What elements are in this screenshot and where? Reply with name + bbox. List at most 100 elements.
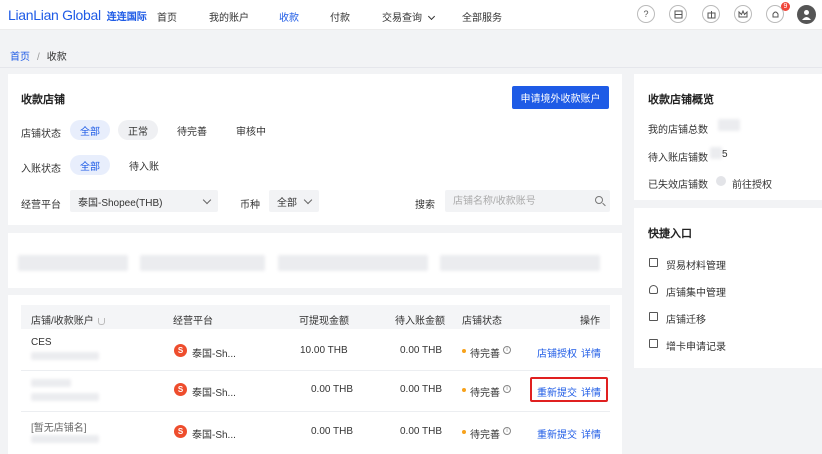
chevron-down-icon: [427, 12, 435, 21]
authorize-store-link[interactable]: 店铺授权: [537, 345, 577, 360]
overview-title: 收款店铺概览: [648, 94, 714, 106]
status-dot: [462, 388, 466, 392]
nav-all-services[interactable]: 全部服务: [462, 9, 502, 24]
credit-filter-all[interactable]: 全部: [70, 155, 110, 175]
col-status: 店铺状态: [462, 316, 502, 327]
store-icon: [649, 312, 658, 321]
pending-stores-label: 待入账店铺数: [648, 153, 708, 164]
resubmit-link[interactable]: 重新提交: [537, 426, 577, 441]
crown-icon[interactable]: [734, 5, 752, 23]
chevron-down-icon: [202, 195, 212, 204]
avatar[interactable]: [797, 5, 816, 24]
blurred-account: [31, 352, 99, 360]
breadcrumb-home[interactable]: 首页: [10, 52, 30, 63]
nav-my-account[interactable]: 我的账户: [209, 9, 249, 24]
status-filter-all[interactable]: 全部: [70, 120, 110, 140]
platform-label: 经营平台: [21, 200, 61, 211]
gift-icon[interactable]: [702, 5, 720, 23]
details-link[interactable]: 详情: [581, 426, 601, 441]
status-filter-normal[interactable]: 正常: [118, 120, 158, 140]
filter-icon[interactable]: [97, 317, 105, 325]
status-dot: [462, 349, 466, 353]
currency-select-value: 全部: [277, 197, 297, 209]
status-filter-reviewing[interactable]: 审核中: [226, 120, 276, 140]
blurred-summary: [440, 255, 600, 271]
list-icon: [649, 339, 658, 348]
pending-amount: 0.00 THB: [400, 384, 443, 395]
document-icon: [649, 258, 658, 267]
page-title: 收款店铺: [21, 94, 65, 106]
platform-name: 泰国-Sh...: [192, 430, 236, 441]
platform-select-value: 泰国-Shopee(THB): [78, 197, 163, 209]
blurred-summary: [18, 255, 128, 271]
col-actions: 操作: [580, 316, 600, 327]
status-text: 待完善: [470, 349, 500, 360]
quick-entry-title: 快捷入口: [648, 228, 692, 240]
status-text: 待完善: [470, 430, 500, 441]
withdrawable-amount: 0.00 THB: [311, 384, 354, 395]
platform-name: 泰国-Sh...: [192, 388, 236, 399]
info-icon[interactable]: i: [503, 427, 511, 435]
info-icon[interactable]: i: [503, 385, 511, 393]
status-filter-incomplete[interactable]: 待完善: [167, 120, 217, 140]
platform-select[interactable]: 泰国-Shopee(THB): [70, 190, 218, 212]
blurred-account: [31, 393, 99, 401]
search-input[interactable]: [445, 190, 610, 212]
store-name: CES: [31, 337, 52, 348]
currency-select[interactable]: 全部: [269, 190, 319, 212]
apply-overseas-account-button[interactable]: 申请境外收款账户: [512, 86, 609, 109]
search-icon[interactable]: [595, 196, 603, 204]
pending-amount: 0.00 THB: [400, 426, 443, 437]
info-icon[interactable]: i: [503, 346, 511, 354]
store-name: [暂无店铺名]: [31, 423, 87, 434]
col-store-account: 店铺/收款账户: [31, 312, 105, 327]
credit-status-label: 入账状态: [21, 164, 61, 175]
col-platform: 经营平台: [173, 316, 213, 327]
nav-home[interactable]: 首页: [157, 9, 177, 24]
shopee-icon: S: [174, 344, 187, 357]
highlight-box: [530, 377, 608, 402]
user-icon: [802, 10, 811, 20]
total-stores-label: 我的店铺总数: [648, 125, 708, 136]
blurred-expired: [716, 176, 726, 186]
shopee-icon: S: [174, 383, 187, 396]
quick-item-label: 店铺迁移: [666, 315, 706, 326]
chevron-down-icon: [303, 195, 313, 204]
blurred-store-name: [31, 379, 71, 387]
blurred-summary: [140, 255, 265, 271]
pending-stores-value: 5: [722, 149, 728, 160]
logo-text: LianLian Global: [8, 7, 101, 23]
breadcrumb-current: 收款: [46, 52, 67, 63]
credit-filter-pending[interactable]: 待入账: [119, 155, 169, 175]
withdrawable-amount: 10.00 THB: [300, 345, 348, 356]
nav-pay[interactable]: 付款: [330, 9, 350, 24]
row-divider: [21, 411, 610, 412]
pending-amount: 0.00 THB: [400, 345, 443, 356]
quick-item-label: 贸易材料管理: [666, 261, 726, 272]
breadcrumb-separator: /: [37, 52, 40, 63]
store-status-label: 店铺状态: [21, 129, 61, 140]
go-authorize-link[interactable]: 前往授权: [732, 176, 772, 191]
quick-item-label: 增卡申请记录: [666, 342, 726, 353]
col-pending: 待入账金额: [395, 316, 445, 327]
nav-transactions[interactable]: 交易查询: [382, 9, 435, 24]
top-nav: LianLian Global 连连国际 首页 我的账户 收款 付款 交易查询 …: [0, 0, 822, 30]
nav-receive[interactable]: 收款: [279, 9, 299, 24]
blurred-pending: [710, 147, 722, 159]
logo[interactable]: LianLian Global 连连国际: [8, 7, 147, 23]
help-icon[interactable]: ?: [637, 5, 655, 23]
details-link[interactable]: 详情: [581, 345, 601, 360]
status-text: 待完善: [470, 388, 500, 399]
document-icon[interactable]: [669, 5, 687, 23]
quick-item-label: 店铺集中管理: [666, 288, 726, 299]
expired-stores-label: 已失效店铺数: [648, 180, 708, 191]
logo-cn-text: 连连国际: [106, 12, 147, 23]
search-label: 搜索: [415, 200, 435, 211]
col-withdrawable: 可提现金额: [299, 316, 349, 327]
breadcrumb: 首页 / 收款: [10, 48, 67, 63]
divider: [0, 67, 822, 68]
withdrawable-amount: 0.00 THB: [311, 426, 354, 437]
notification-badge: 9: [781, 2, 790, 11]
blurred-summary: [278, 255, 428, 271]
currency-label: 币种: [240, 200, 260, 211]
